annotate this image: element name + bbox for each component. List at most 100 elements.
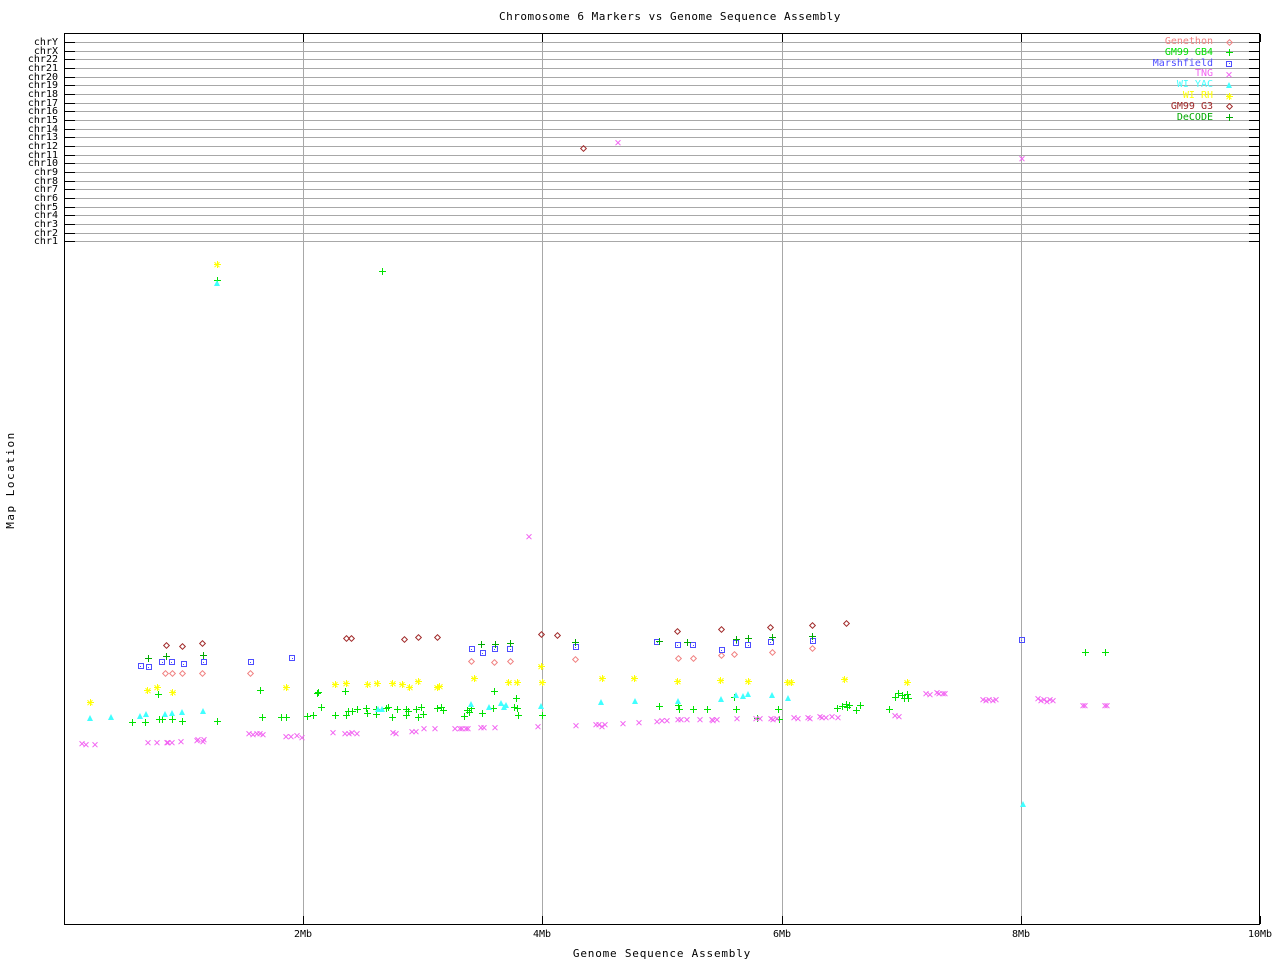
point-gm99_gb4 [353,705,361,713]
point-gm99_gb4 [317,703,325,711]
point-marshfield [200,658,208,666]
point-gm99_gb4 [512,694,520,702]
x-tick-label: 10Mb [1247,929,1273,940]
point-marshfield [137,662,145,670]
x-tick-label: 2Mb [293,929,313,940]
point-decode [477,640,485,648]
point-gm99_g3 [433,633,441,641]
point-gm99_g3 [414,633,422,641]
point-gm99_gb4 [364,709,372,717]
x-tick-label: 6Mb [772,929,792,940]
point-marshfield [180,660,188,668]
point-wi_yac [468,700,476,708]
point-marshfield [1225,60,1233,68]
point-gm99_g3 [199,639,207,647]
point-genethon [491,658,499,666]
point-wi_yac [768,691,776,699]
point-gm99_gb4 [656,702,664,710]
point-genethon [506,657,514,665]
point-gm99_g3 [163,641,171,649]
point-gm99_gb4 [282,713,290,721]
point-decode [683,638,691,646]
point-wi_yac [178,708,186,716]
point-gm99_gb4 [676,705,684,713]
point-gm99_g3 [718,625,726,633]
point-marshfield [1018,636,1026,644]
point-genethon [1225,38,1233,46]
point-gm99_g3 [401,635,409,643]
point-gm99_g3 [537,630,545,638]
point-wi_yac [86,714,94,722]
point-marshfield [247,658,255,666]
point-gm99_gb4 [404,707,412,715]
point-wi_yac [200,707,208,715]
point-decode [492,640,500,648]
point-wi_yac [169,709,177,717]
point-marshfield [468,645,476,653]
point-gm99_g3 [809,621,817,629]
point-wi_yac [537,702,545,710]
point-gm99_gb4 [514,711,522,719]
plot-area: chrY chrX chr22 chr21 chr20 chr19 chr18 chr17 ch… [0,0,1280,960]
point-genethon [169,669,177,677]
point-gm99_gb4 [1081,648,1089,656]
point-wi_yac [108,713,116,721]
point-gm99_g3 [767,623,775,631]
point-wi_yac [632,697,640,705]
point-wi_yac [486,703,494,711]
point-genethon [809,644,817,652]
point-marshfield [718,646,726,654]
x-tick-label: 8Mb [1011,929,1031,940]
point-decode [768,633,776,641]
point-gm99_gb4 [1102,648,1110,656]
point-marshfield [479,649,487,657]
point-marshfield [674,641,682,649]
point-gm99_gb4 [256,686,264,694]
point-wi_yac [718,695,726,703]
point-decode [145,654,153,662]
point-gm99_gb4 [178,717,186,725]
point-decode [732,635,740,643]
point-gm99_g3 [347,634,355,642]
point-gm99_g3 [579,144,587,152]
point-genethon [572,655,580,663]
point-gm99_gb4 [689,705,697,713]
x-tick-bottom [1260,916,1261,924]
point-genethon [468,657,476,665]
point-genethon [178,669,186,677]
point-gm99_gb4 [1225,49,1233,57]
point-wi_yac [378,705,386,713]
point-genethon [247,669,255,677]
point-decode [506,639,514,647]
point-gm99_gb4 [491,687,499,695]
point-genethon [768,648,776,656]
point-marshfield [288,654,296,662]
point-gm99_g3 [554,631,562,639]
point-gm99_g3 [842,619,850,627]
point-wi_yac [213,279,221,287]
point-wi_yac [1019,800,1027,808]
point-gm99_gb4 [857,701,865,709]
point-gm99_gb4 [904,694,912,702]
point-decode [1225,114,1233,122]
point-genethon [731,650,739,658]
point-gm99_gb4 [315,688,323,696]
point-gm99_gb4 [703,705,711,713]
point-decode [744,634,752,642]
point-wi_yac [503,701,511,709]
point-wi_yac [143,710,151,718]
point-gm99_gb4 [439,706,447,714]
point-marshfield [145,663,153,671]
screenshot-root: { "canvas":{"width":1280,"height":960,"b… [0,0,1280,960]
x-tick-label: 4Mb [532,929,552,940]
point-gm99_gb4 [128,718,136,726]
point-decode [572,638,580,646]
point-gm99_g3 [1225,103,1233,111]
point-gm99_gb4 [389,713,397,721]
point-marshfield [744,641,752,649]
point-wi_yac [597,698,605,706]
point-gm99_gb4 [310,711,318,719]
point-genethon [689,654,697,662]
point-gm99_g3 [178,642,186,650]
point-gm99_gb4 [420,710,428,718]
